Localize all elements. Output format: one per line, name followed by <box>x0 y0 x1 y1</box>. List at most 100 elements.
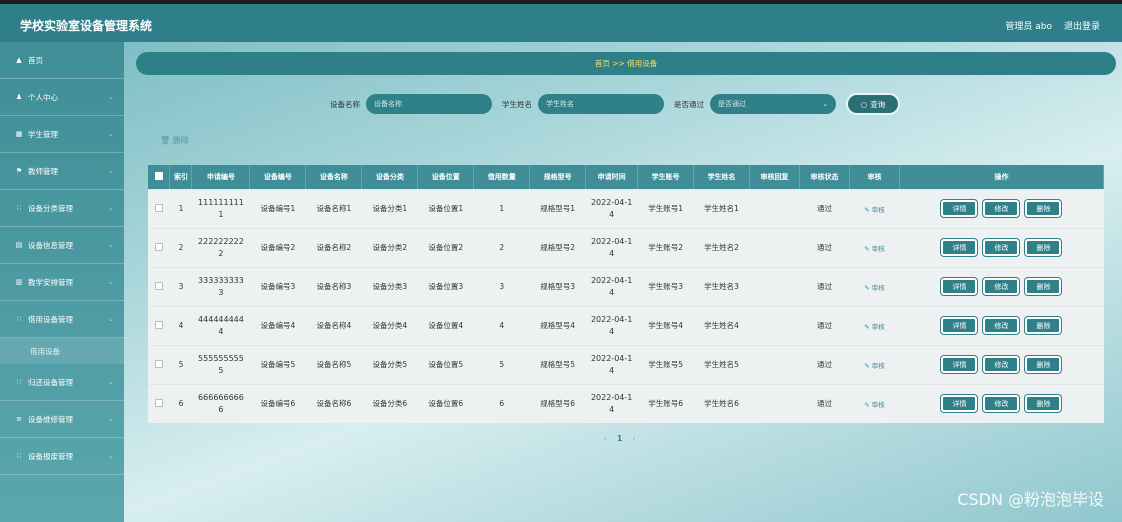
row-select-cell <box>148 188 170 228</box>
account-cell: 学生账号2 <box>637 227 694 267</box>
status-cell: 通过 <box>799 266 850 306</box>
device-no-cell: 设备编号4 <box>249 305 306 345</box>
prev-page-button[interactable]: ‹ <box>604 434 607 443</box>
app-no-cell: 222222222 2 <box>191 227 250 267</box>
row-checkbox[interactable] <box>154 320 163 329</box>
audit-link[interactable]: ✎ 审核 <box>864 401 885 409</box>
column-header: 设备名称 <box>305 165 363 189</box>
edit-button[interactable]: 修改 <box>983 395 1020 413</box>
bulk-delete-label: 删除 <box>172 136 189 145</box>
row-checkbox[interactable] <box>154 398 163 407</box>
watermark: CSDN @粉泡泡毕设 <box>957 490 1104 509</box>
sidebar-item-label: 教师管理 <box>28 166 58 176</box>
column-header: 学生姓名 <box>693 165 751 189</box>
sidebar-item-1[interactable]: ♟ 个人中心 ⌄ <box>0 79 124 116</box>
passed-label: 是否通过 <box>674 99 704 109</box>
table-row: 3 333333333 3 设备编号3 设备名称3 设备分类3 设备位置3 3 规格型号3 202… <box>148 266 1104 306</box>
edit-button[interactable]: 修改 <box>983 239 1020 256</box>
delete-button[interactable]: 删除 <box>1025 239 1062 256</box>
qty-cell: 1 <box>473 188 530 228</box>
actions-cell: 详情 修改 删除 <box>899 383 1104 423</box>
sidebar-item-2[interactable]: ▦ 学生管理 ⌄ <box>0 116 124 153</box>
row-checkbox[interactable] <box>154 242 163 251</box>
edit-icon: ✎ <box>864 400 872 409</box>
audit-link[interactable]: ✎ 审核 <box>864 362 885 370</box>
audit-link[interactable]: ✎ 审核 <box>864 323 885 331</box>
sidebar-item-4[interactable]: ∷ 设备分类管理 ⌄ <box>0 190 124 227</box>
detail-button[interactable]: 详情 <box>941 278 978 295</box>
detail-button[interactable]: 详情 <box>941 356 978 373</box>
edit-icon: ✎ <box>864 283 872 292</box>
sidebar-item-6[interactable]: ▥ 教学安排管理 ⌄ <box>0 264 124 301</box>
spec-cell: 规格型号4 <box>529 305 586 345</box>
sidebar-item-8[interactable]: ∷ 归还设备管理 ⌄ <box>0 364 124 401</box>
sidebar-item-9[interactable]: ≡ 设备维修管理 ⌄ <box>0 401 124 438</box>
detail-button[interactable]: 详情 <box>941 200 978 217</box>
sidebar-item-3[interactable]: ⚑ 教师管理 ⌄ <box>0 153 124 190</box>
select-all-header[interactable] <box>148 165 171 189</box>
delete-button[interactable]: 删除 <box>1025 200 1062 217</box>
actions-cell: 详情 修改 删除 <box>899 344 1104 384</box>
menu-icon: ∷ <box>16 378 22 386</box>
row-select-cell <box>148 383 170 423</box>
device-no-cell: 设备编号2 <box>249 227 306 267</box>
menu-icon: ▲ <box>16 56 22 64</box>
audit-cell: ✎ 审核 <box>849 383 900 423</box>
qty-cell: 4 <box>473 305 530 345</box>
audit-link[interactable]: ✎ 审核 <box>864 206 885 214</box>
logout-link[interactable]: 退出登录 <box>1064 19 1100 32</box>
chevron-down-icon: ⌄ <box>108 130 114 138</box>
next-page-button[interactable]: › <box>632 434 635 443</box>
row-checkbox[interactable] <box>154 359 163 368</box>
sidebar-item-label: 借用设备管理 <box>28 314 73 324</box>
audit-link[interactable]: ✎ 审核 <box>864 284 885 292</box>
sidebar-subitem-borrow[interactable]: 借用设备 <box>0 338 124 364</box>
device-name-input[interactable]: 设备名称 <box>366 94 492 114</box>
detail-button[interactable]: 详情 <box>941 395 978 413</box>
bulk-delete-link[interactable]: 🗑 删除 <box>160 135 189 146</box>
index-cell: 5 <box>169 344 192 384</box>
device-name-cell: 设备名称5 <box>305 344 362 384</box>
select-all-checkbox[interactable] <box>154 171 163 180</box>
edit-button[interactable]: 修改 <box>983 317 1020 334</box>
row-checkbox[interactable] <box>154 281 163 290</box>
column-header: 学生账号 <box>637 165 695 189</box>
detail-button[interactable]: 详情 <box>941 239 978 256</box>
status-cell: 通过 <box>799 305 850 345</box>
edit-button[interactable]: 修改 <box>983 356 1020 373</box>
current-page[interactable]: 1 <box>617 434 622 443</box>
account-cell: 学生账号5 <box>637 344 694 384</box>
borrow-table: 索引 申请编号 设备编号 设备名称 设备分类 设备位置 借用数量 规格型号 申请时间 学生账号 学生… <box>148 165 1105 423</box>
audit-link[interactable]: ✎ 审核 <box>864 245 885 253</box>
chevron-down-icon: ⌄ <box>108 415 114 423</box>
sidebar-item-label: 设备报废管理 <box>28 451 73 461</box>
passed-select[interactable]: 是否通过 ⌄ <box>710 94 836 114</box>
category-cell: 设备分类2 <box>361 227 418 267</box>
spec-cell: 规格型号5 <box>529 344 586 384</box>
row-checkbox[interactable] <box>154 203 163 212</box>
actions-cell: 详情 修改 删除 <box>899 188 1104 228</box>
edit-button[interactable]: 修改 <box>983 200 1020 217</box>
category-cell: 设备分类1 <box>361 188 418 228</box>
delete-button[interactable]: 删除 <box>1025 356 1062 373</box>
sidebar-item-10[interactable]: ∷ 设备报废管理 ⌄ <box>0 438 124 475</box>
admin-user[interactable]: 管理员 abo <box>1005 19 1052 32</box>
detail-button[interactable]: 详情 <box>941 317 978 334</box>
edit-button[interactable]: 修改 <box>983 278 1020 295</box>
query-button[interactable]: ○ 查询 <box>846 93 900 115</box>
device-name-label: 设备名称 <box>330 99 360 109</box>
delete-button[interactable]: 删除 <box>1025 395 1062 413</box>
audit-cell: ✎ 审核 <box>849 305 900 345</box>
app-no-cell: 666666666 6 <box>191 383 250 423</box>
app-title: 学校实验室设备管理系统 <box>20 19 153 33</box>
sidebar-item-0[interactable]: ▲ 首页 <box>0 42 124 79</box>
delete-button[interactable]: 删除 <box>1025 317 1062 334</box>
table-row: 2 222222222 2 设备编号2 设备名称2 设备分类2 设备位置2 2 规格型号2 202… <box>148 227 1104 267</box>
sidebar-item-label: 归还设备管理 <box>28 377 73 387</box>
device-no-cell: 设备编号1 <box>249 188 306 228</box>
delete-button[interactable]: 删除 <box>1025 278 1062 295</box>
sidebar-item-5[interactable]: ▤ 设备信息管理 ⌄ <box>0 227 124 264</box>
spec-cell: 规格型号1 <box>529 188 586 228</box>
sidebar-item-7[interactable]: ∷ 借用设备管理 ⌄ <box>0 301 124 338</box>
student-name-input[interactable]: 学生姓名 <box>538 94 664 114</box>
